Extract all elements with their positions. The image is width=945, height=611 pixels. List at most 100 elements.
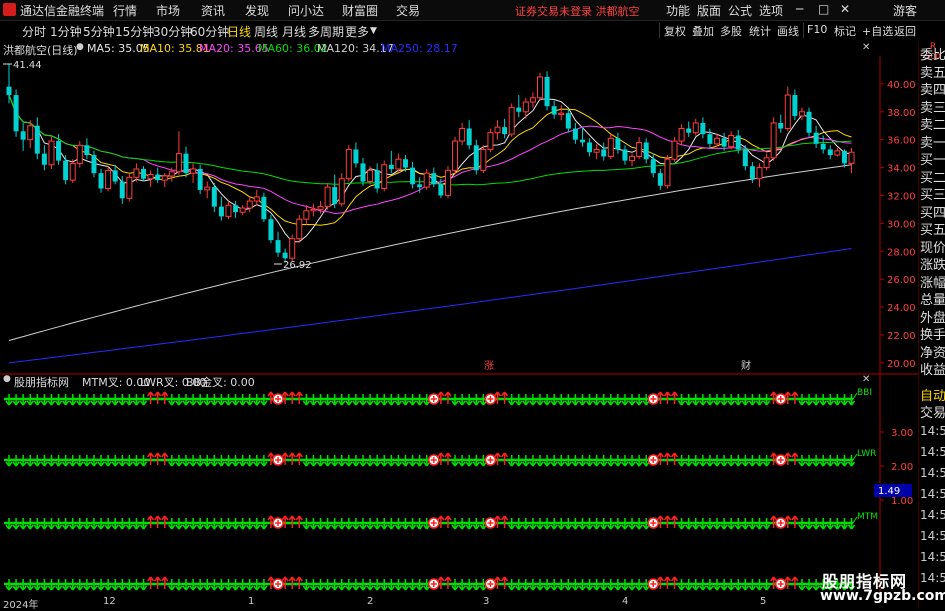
tick-time: 14:56 — [920, 466, 945, 480]
menu-hangqing[interactable]: 行情 — [113, 2, 137, 19]
price-tick-label: 28.00 — [887, 247, 916, 258]
f10-button[interactable]: F10 — [807, 23, 827, 36]
app-title: 通达信金融终端 — [20, 4, 105, 18]
candle-body — [494, 126, 501, 134]
period-weekly[interactable]: 周线 — [254, 23, 278, 40]
indicator-tick-label: 2.00 — [891, 462, 913, 473]
rise-marker[interactable]: 涨 — [484, 360, 494, 372]
candle-body — [537, 76, 543, 99]
menu-caifuquan[interactable]: 财富圈 — [342, 2, 378, 19]
guest-label[interactable]: 游客 — [893, 2, 917, 19]
period-multi[interactable]: 多周期 — [308, 23, 344, 40]
draw-line-button[interactable]: 画线 — [777, 23, 799, 39]
multi-stock-button[interactable]: 多股 — [720, 23, 742, 39]
candle-body — [784, 94, 791, 130]
candle-body — [792, 95, 798, 116]
candle-body — [98, 173, 104, 189]
date-label: 4 — [622, 596, 629, 607]
maximize-icon[interactable]: □ — [818, 2, 829, 16]
indicator-value: 1.49 — [878, 486, 900, 497]
period-60min[interactable]: 60分钟 — [190, 23, 229, 40]
side-item: 卖二 — [920, 118, 945, 133]
tick-time: 14:56 — [920, 508, 945, 522]
price-tick-label: 30.00 — [887, 219, 916, 230]
menu-jiaoyi[interactable]: 交易 — [396, 2, 420, 19]
finance-marker[interactable]: 财 — [741, 359, 751, 372]
period-more[interactable]: 更多 — [345, 23, 369, 40]
fuquan-button[interactable]: 复权 — [664, 23, 686, 39]
candle-body — [268, 219, 274, 241]
candle-body — [742, 149, 748, 167]
menu-zixun[interactable]: 资讯 — [201, 2, 225, 19]
candle-body — [431, 173, 437, 185]
candle-body — [558, 112, 565, 116]
candle-body — [27, 125, 34, 141]
candle-body — [551, 106, 557, 115]
login-status[interactable]: 证券交易未登录 洪都航空 — [515, 3, 640, 19]
period-30min[interactable]: 30分钟 — [153, 23, 192, 40]
menu-gongshi[interactable]: 公式 — [728, 2, 752, 19]
period-fenshi[interactable]: 分时 — [22, 23, 46, 40]
candle-body — [480, 148, 487, 171]
candle-body — [338, 178, 345, 205]
period-monthly[interactable]: 月线 — [282, 23, 306, 40]
candle-body — [565, 113, 571, 129]
candle-body — [317, 206, 324, 210]
minimize-icon[interactable]: ─ — [796, 2, 803, 16]
price-panel: 40.00 38.00 36.00 34.00 32.00 30.00 28.00 26.00… — [3, 56, 916, 374]
side-item: 卖五 — [920, 65, 945, 81]
side-item: 净资 — [920, 345, 945, 361]
close-icon[interactable]: ✕ — [840, 2, 850, 16]
candle-body — [56, 141, 62, 161]
candle-body — [721, 138, 727, 147]
candle-body — [516, 107, 522, 112]
candle-body — [168, 171, 175, 177]
add-favorite-button[interactable]: +自选 — [862, 23, 893, 39]
side-item: 买五 — [920, 223, 945, 238]
side-item: 涨跌 — [920, 258, 945, 273]
period-daily[interactable]: 日线 — [227, 23, 251, 40]
period-5min[interactable]: 5分钟 — [83, 23, 115, 40]
toolbar-separator — [803, 23, 804, 38]
candle-body — [700, 122, 706, 135]
trade-tab[interactable]: 交易 — [920, 402, 945, 421]
overlay-button[interactable]: 叠加 — [692, 23, 714, 39]
title-bar: 通达信金融终端 行情 市场 资讯 发现 问小达 财富圈 交易 证券交易未登录 洪… — [0, 0, 945, 21]
period-15min[interactable]: 15分钟 — [115, 23, 154, 40]
period-more-dropdown-icon[interactable]: ▼ — [370, 26, 377, 36]
indicator-dot-icon[interactable]: ● — [3, 374, 11, 384]
candle-body — [374, 170, 380, 189]
candle-body — [84, 145, 90, 156]
menu-shichang[interactable]: 市场 — [156, 2, 180, 19]
indicator-close-icon[interactable]: ✕ — [862, 374, 870, 385]
menu-xuanxiang[interactable]: 选项 — [759, 2, 783, 19]
statistics-button[interactable]: 统计 — [749, 23, 771, 39]
candle-body — [147, 174, 154, 180]
candle-body — [473, 145, 479, 171]
date-label: 3 — [483, 596, 490, 607]
menu-gongneng[interactable]: 功能 — [666, 2, 690, 19]
candle-body — [438, 184, 444, 196]
menu-banmian[interactable]: 版面 — [697, 2, 721, 19]
toolbar-separator — [659, 23, 660, 38]
ma-dot-icon[interactable]: ● — [76, 42, 84, 52]
main-panel-close-icon[interactable]: ✕ — [862, 42, 870, 53]
period-1min[interactable]: 1分钟 — [50, 23, 82, 40]
indicator-name[interactable]: 股朋指标网 — [14, 374, 69, 390]
high-price-label: 41.44 — [13, 60, 42, 71]
tick-time: 14:56 — [920, 424, 945, 438]
price-tick-label: 20.00 — [887, 359, 916, 370]
candle-body — [671, 140, 678, 160]
mark-button[interactable]: 标记 — [834, 23, 856, 39]
menu-wenxiaoda[interactable]: 问小达 — [288, 2, 324, 19]
date-label: 2 — [367, 596, 374, 607]
tick-time: 14:56 — [920, 529, 945, 543]
menu-faxian[interactable]: 发现 — [245, 2, 269, 19]
candle-body — [190, 168, 197, 174]
candle-body — [770, 122, 777, 159]
kline-chart[interactable]: 40.00 38.00 36.00 34.00 32.00 30.00 28.00 26.00… — [0, 56, 918, 596]
candle-body — [417, 184, 423, 188]
back-button[interactable]: 返回 — [894, 23, 916, 39]
candle-body — [353, 149, 359, 164]
price-tick-label: 34.00 — [887, 164, 916, 175]
